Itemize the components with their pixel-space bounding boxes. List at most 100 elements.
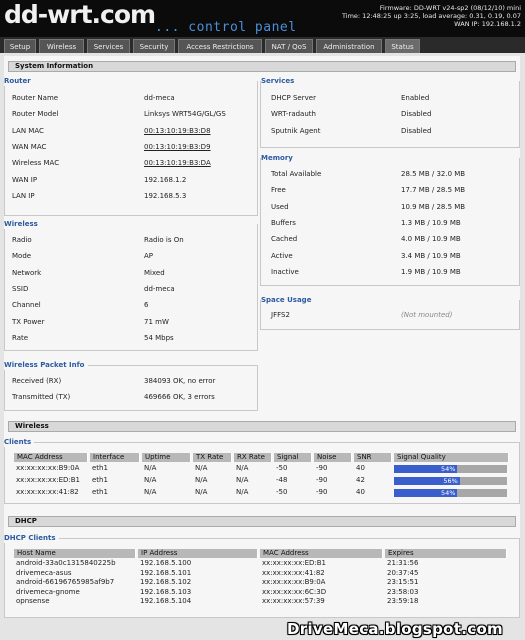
uptime-text: Time: 12:48:25 up 3:25, load average: 0.… <box>342 12 521 20</box>
tab-nat-qos[interactable]: NAT / QoS <box>265 39 313 53</box>
info-value: 192.168.5.3 <box>144 191 187 200</box>
info-label: WRT-radauth <box>271 110 316 119</box>
dhcp-cell: 23:59:18 <box>387 597 419 606</box>
main-nav: Setup Wireless Services Security Access … <box>0 37 525 53</box>
dhcp-cell: xx:xx:xx:xx:6C:3D <box>262 587 327 596</box>
dhcp-heading: DHCP <box>8 516 516 527</box>
info-value: 00:13:10:19:B3:D9 <box>144 142 211 151</box>
dhcp-clients-legend: DHCP Clients <box>4 534 59 543</box>
info-label: Transmitted (TX) <box>12 393 71 401</box>
tab-access-restrictions[interactable]: Access Restrictions <box>178 39 262 53</box>
tab-status[interactable]: Status <box>385 39 420 53</box>
dhcp-cell: 192.168.5.103 <box>140 587 192 596</box>
info-label: Mode <box>12 252 32 261</box>
clients-column-header: TX Rate <box>193 453 232 462</box>
clients-column-header: RX Rate <box>234 453 272 462</box>
signal-quality-label: 54% <box>441 465 456 473</box>
info-value: (Not mounted) <box>401 311 453 319</box>
info-value: 3.4 MB / 10.9 MB <box>401 251 461 260</box>
clients-column-header: MAC Address <box>14 453 88 462</box>
tab-wireless[interactable]: Wireless <box>39 39 84 53</box>
dhcp-cell: xx:xx:xx:xx:41:82 <box>262 568 325 577</box>
info-value: Enabled <box>401 94 430 102</box>
clients-column-header: SNR <box>354 453 392 462</box>
info-label: Received (RX) <box>12 377 62 385</box>
info-label: Rate <box>12 333 29 342</box>
dhcp-cell: opnsense <box>16 597 50 606</box>
client-cell: eth1 <box>92 488 108 496</box>
router-legend: Router <box>4 77 34 86</box>
dhcp-cell: 192.168.5.104 <box>140 597 192 606</box>
client-cell: xx:xx:xx:xx:B9:0A <box>16 464 80 472</box>
info-value: 6 <box>144 301 149 310</box>
info-value: 17.7 MB / 28.5 MB <box>401 186 466 195</box>
dhcp-cell: xx:xx:xx:xx:B9:0A <box>262 578 326 587</box>
dhcp-column-header: Host Name <box>14 549 136 558</box>
clients-column-header: Interface <box>90 453 140 462</box>
dhcp-cell: 192.168.5.102 <box>140 578 192 587</box>
client-cell: eth1 <box>92 476 108 484</box>
info-value: 1.3 MB / 10.9 MB <box>401 218 461 227</box>
client-cell: -48 <box>276 476 288 484</box>
dhcp-column-header: MAC Address <box>260 549 383 558</box>
tab-services[interactable]: Services <box>87 39 130 53</box>
info-label: Inactive <box>271 267 299 276</box>
info-label: WAN IP <box>12 175 38 184</box>
clients-column-header: Noise <box>314 453 352 462</box>
dhcp-cell: xx:xx:xx:xx:57:39 <box>262 597 325 606</box>
packet-info-box <box>4 365 258 411</box>
info-value: 1.9 MB / 10.9 MB <box>401 267 461 276</box>
info-label: LAN MAC <box>12 126 44 135</box>
client-cell: xx:xx:xx:xx:41:82 <box>16 488 79 496</box>
tab-setup[interactable]: Setup <box>4 39 36 53</box>
header: dd-wrt.com ... control panel Firmware: D… <box>0 0 525 37</box>
tab-administration[interactable]: Administration <box>316 39 382 53</box>
info-label: Cached <box>271 235 298 244</box>
tab-security[interactable]: Security <box>133 39 175 53</box>
dhcp-cell: android-33a0c1315840225b <box>16 559 116 567</box>
info-label: Channel <box>12 301 41 310</box>
info-label: Network <box>12 268 42 277</box>
client-cell: -90 <box>316 488 328 496</box>
info-label: DHCP Server <box>271 94 316 102</box>
client-cell: N/A <box>195 488 208 496</box>
info-value: Radio is On <box>144 236 184 244</box>
watermark: DriveMeca.blogspot.com <box>287 620 503 638</box>
client-cell: 40 <box>356 488 365 496</box>
info-label: Active <box>271 251 293 260</box>
client-cell: N/A <box>236 464 249 472</box>
client-cell: N/A <box>195 476 208 484</box>
info-value: Linksys WRT54G/GL/GS <box>144 110 226 119</box>
signal-quality-bar: 54% <box>394 465 507 473</box>
clients-column-header: Uptime <box>142 453 191 462</box>
client-cell: 42 <box>356 476 365 484</box>
info-label: Wireless MAC <box>12 159 60 168</box>
info-label: LAN IP <box>12 191 35 200</box>
wireless-heading: Wireless <box>8 421 516 432</box>
control-panel-title: ... control panel <box>155 20 297 35</box>
info-label: Radio <box>12 236 32 244</box>
client-cell: 40 <box>356 464 365 472</box>
client-cell: N/A <box>144 488 157 496</box>
info-value: 71 mW <box>144 317 169 326</box>
client-cell: -50 <box>276 488 288 496</box>
packet-info-legend: Wireless Packet Info <box>4 361 88 370</box>
info-label: Total Available <box>271 170 322 178</box>
space-usage-legend: Space Usage <box>261 296 315 305</box>
client-cell: N/A <box>144 476 157 484</box>
info-label: Buffers <box>271 218 296 227</box>
dhcp-cell: android-66196765985af9b7 <box>16 578 115 587</box>
dhcp-cell: 192.168.5.100 <box>140 559 192 567</box>
info-label: Used <box>271 202 289 211</box>
info-label: Router Model <box>12 110 59 119</box>
info-label: TX Power <box>12 317 45 326</box>
dhcp-cell: 23:15:51 <box>387 578 419 587</box>
client-cell: -50 <box>276 464 288 472</box>
info-value: AP <box>144 252 154 261</box>
firmware-text: Firmware: DD-WRT v24-sp2 (08/12/10) mini <box>379 4 521 12</box>
dhcp-column-header: Expires <box>385 549 507 558</box>
client-cell: -90 <box>316 476 328 484</box>
dhcp-cell: xx:xx:xx:xx:ED:B1 <box>262 559 327 567</box>
wan-ip-text: WAN IP: 192.168.1.2 <box>454 20 521 28</box>
wireless-legend: Wireless <box>4 220 41 229</box>
